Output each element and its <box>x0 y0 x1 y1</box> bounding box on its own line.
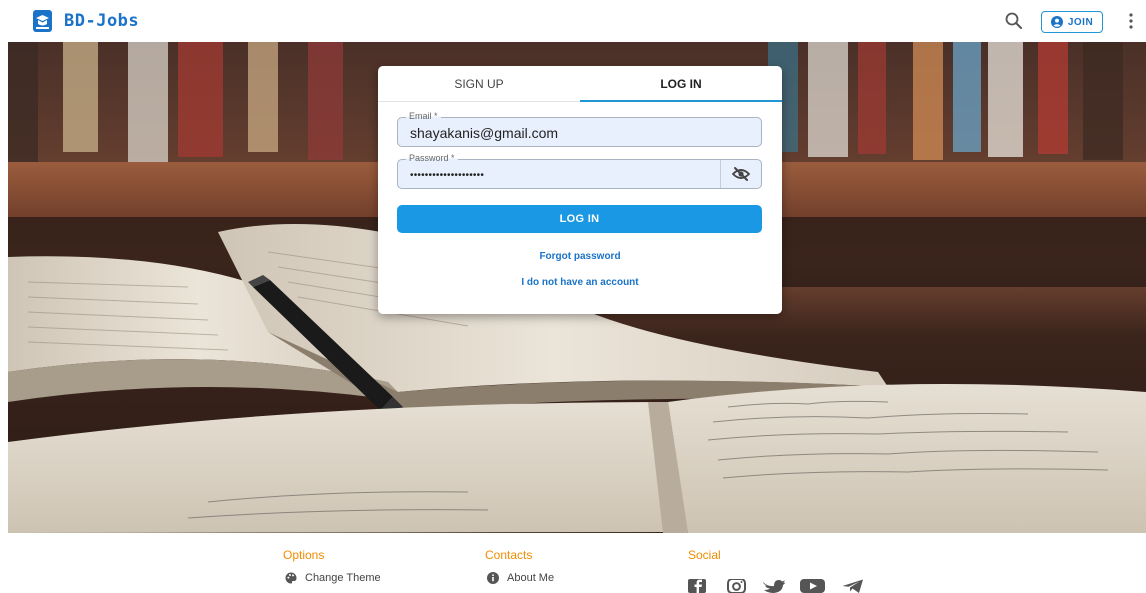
instagram-icon[interactable] <box>727 579 747 593</box>
auth-card: SIGN UP LOG IN Email * shayakanis@gmail.… <box>378 66 782 314</box>
about-me-label: About Me <box>507 572 555 584</box>
footer-social-title: Social <box>688 548 721 562</box>
email-field[interactable]: Email * shayakanis@gmail.com <box>397 111 762 147</box>
app-title[interactable]: BD-Jobs <box>64 11 139 31</box>
field-divider <box>720 160 721 188</box>
email-value: shayakanis@gmail.com <box>410 125 559 141</box>
palette-icon <box>285 572 297 584</box>
email-label: Email * <box>406 111 441 121</box>
password-field[interactable]: Password * •••••••••••••••••••• <box>397 153 762 189</box>
password-label: Password * <box>406 153 458 163</box>
active-tab-indicator <box>580 100 782 102</box>
youtube-icon[interactable] <box>800 579 826 593</box>
about-me-link[interactable]: About Me <box>487 572 554 584</box>
password-value: •••••••••••••••••••• <box>410 170 485 181</box>
more-vert-icon[interactable] <box>1128 12 1134 30</box>
change-theme-link[interactable]: Change Theme <box>285 572 381 584</box>
telegram-icon[interactable] <box>842 579 864 593</box>
account-circle-icon <box>1050 16 1063 28</box>
tab-sign-up[interactable]: SIGN UP <box>378 66 580 102</box>
search-icon[interactable] <box>1004 11 1024 31</box>
facebook-icon[interactable] <box>688 579 708 593</box>
visibility-off-icon[interactable] <box>732 166 750 182</box>
change-theme-label: Change Theme <box>305 572 381 584</box>
info-icon <box>487 572 499 584</box>
auth-tabs: SIGN UP LOG IN <box>378 66 782 102</box>
twitter-icon[interactable] <box>762 579 786 593</box>
no-account-link[interactable]: I do not have an account <box>378 277 782 288</box>
logo-icon[interactable] <box>33 10 52 32</box>
footer-contacts-title: Contacts <box>485 548 533 562</box>
join-button[interactable]: JOIN <box>1041 11 1103 33</box>
tab-log-in[interactable]: LOG IN <box>580 66 782 102</box>
login-button[interactable]: LOG IN <box>397 205 762 233</box>
app-header: BD-Jobs JOIN <box>0 0 1146 42</box>
forgot-password-link[interactable]: Forgot password <box>378 251 782 262</box>
footer-options-title: Options <box>283 548 325 562</box>
join-label: JOIN <box>1067 16 1094 28</box>
